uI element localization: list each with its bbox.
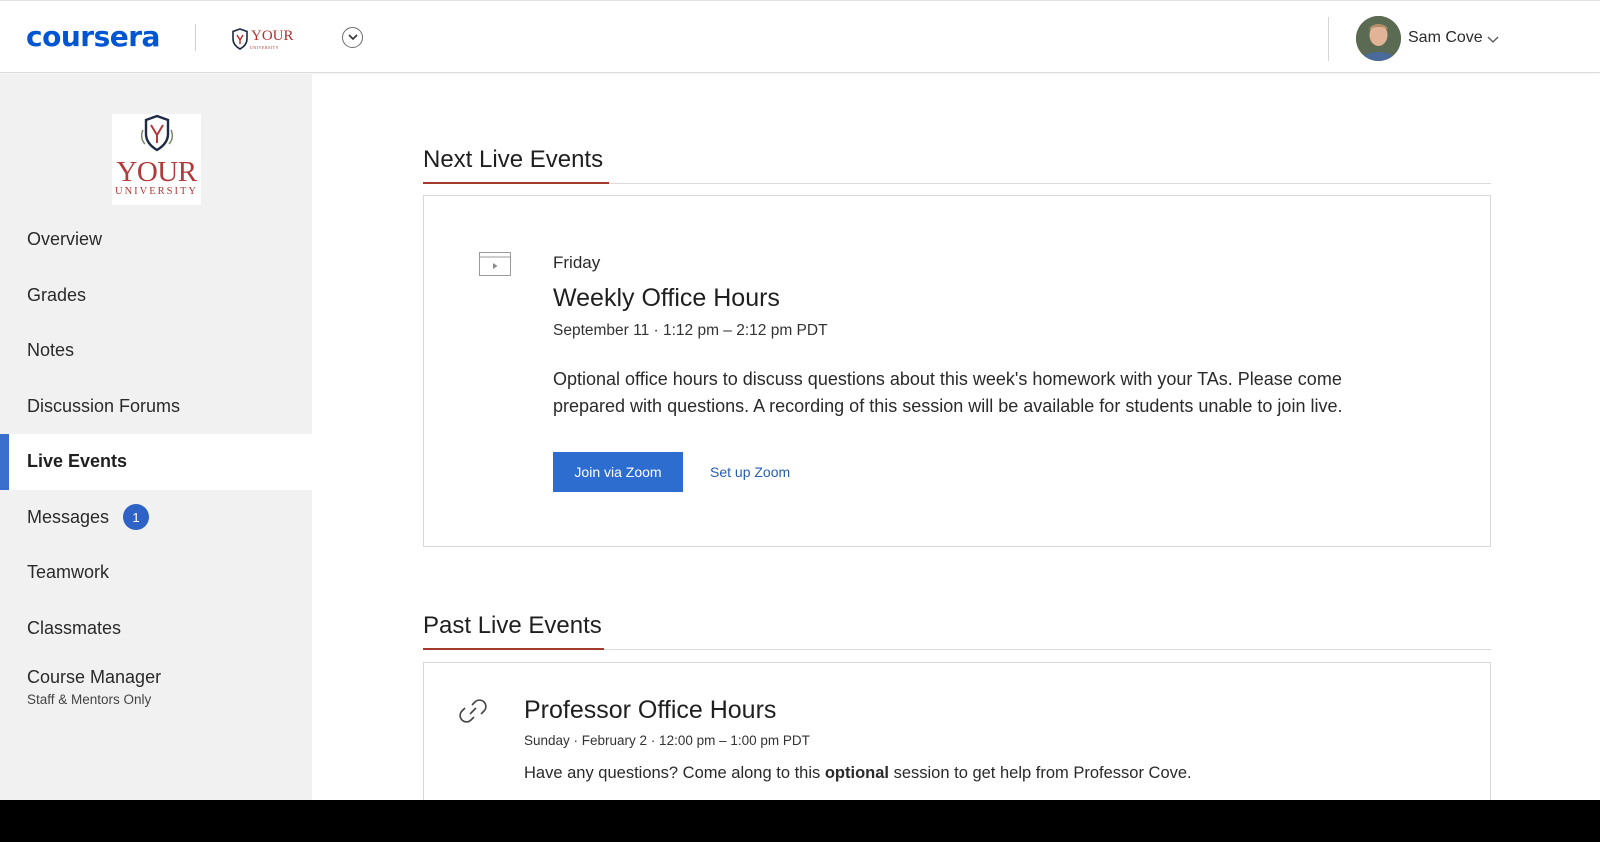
event-title: Professor Office Hours bbox=[524, 696, 777, 724]
join-via-zoom-button[interactable]: Join via Zoom bbox=[553, 452, 683, 492]
link-icon bbox=[459, 699, 487, 723]
sidebar-item-sublabel: Staff & Mentors Only bbox=[27, 692, 152, 707]
sidebar-item-grades[interactable]: Grades bbox=[0, 268, 312, 324]
next-event-card: Friday Weekly Office Hours September 11 … bbox=[423, 195, 1491, 547]
event-description-emphasis: optional bbox=[824, 764, 889, 782]
sidebar-item-label: Teamwork bbox=[27, 562, 110, 583]
university-switcher-button[interactable] bbox=[342, 27, 363, 48]
sidebar-item-teamwork[interactable]: Teamwork bbox=[0, 545, 312, 601]
event-description: Optional office hours to discuss questio… bbox=[553, 369, 1343, 416]
university-short-name: YOUR bbox=[251, 28, 294, 44]
university-crest-icon bbox=[140, 114, 173, 152]
video-icon bbox=[479, 252, 511, 276]
section-divider-accent bbox=[423, 182, 609, 184]
sidebar-item-label: Course Manager bbox=[27, 667, 162, 687]
university-short-sub: UNIVERSITY bbox=[250, 45, 279, 50]
sidebar-item-course-manager[interactable]: Course Manager Staff & Mentors Only bbox=[0, 656, 312, 718]
sidebar-item-label: Overview bbox=[27, 229, 103, 250]
sidebar-item-label: Grades bbox=[27, 284, 87, 305]
event-time: Sunday · February 2 · 12:00 pm – 1:00 pm… bbox=[524, 733, 810, 748]
event-description-text: Have any questions? Come along to this bbox=[524, 764, 825, 782]
event-day: Friday bbox=[553, 253, 601, 272]
sidebar-item-classmates[interactable]: Classmates bbox=[0, 601, 312, 657]
university-logo-word: YOUR bbox=[116, 156, 197, 188]
set-up-zoom-link[interactable]: Set up Zoom bbox=[710, 464, 790, 480]
university-logo-small[interactable]: YOUR UNIVERSITY bbox=[230, 27, 294, 50]
avatar[interactable] bbox=[1356, 16, 1401, 61]
event-title: Weekly Office Hours bbox=[553, 284, 780, 312]
header-divider bbox=[195, 24, 196, 51]
header-divider-right bbox=[1328, 17, 1329, 61]
section-title: Past Live Events bbox=[423, 612, 602, 639]
sidebar-item-discussion-forums[interactable]: Discussion Forums bbox=[0, 379, 312, 435]
main-content: Next Live Events Friday Weekly Office Ho… bbox=[423, 74, 1491, 807]
sidebar-item-label: Discussion Forums bbox=[27, 395, 181, 416]
next-events-header: Next Live Events bbox=[423, 144, 1491, 184]
sidebar-item-messages[interactable]: Messages 1 bbox=[0, 490, 312, 546]
section-divider-accent bbox=[423, 648, 604, 650]
sidebar-item-label: Messages bbox=[27, 506, 110, 527]
user-photo-icon bbox=[1356, 16, 1401, 61]
sidebar-item-live-events[interactable]: Live Events bbox=[0, 434, 312, 490]
past-event-card: Professor Office Hours Sunday · February… bbox=[423, 662, 1491, 807]
user-name[interactable]: Sam Cove bbox=[1408, 29, 1483, 47]
sidebar-item-notes[interactable]: Notes bbox=[0, 323, 312, 379]
coursera-logo[interactable]: coursera bbox=[26, 21, 160, 53]
top-navigation-bar: coursera YOUR UNIVERSITY Sam Cove bbox=[0, 0, 1600, 73]
course-navigation: Overview Grades Notes Discussion Forums … bbox=[0, 212, 312, 718]
past-events-header: Past Live Events bbox=[423, 610, 1491, 650]
university-logo: YOUR UNIVERSITY bbox=[112, 114, 201, 205]
university-logo-sub: UNIVERSITY bbox=[115, 186, 198, 197]
event-description-text: session to get help from Professor Cove. bbox=[889, 764, 1192, 782]
chevron-down-icon bbox=[347, 34, 358, 41]
crest-icon bbox=[232, 27, 248, 50]
sidebar: YOUR UNIVERSITY Overview Grades Notes Di… bbox=[0, 74, 312, 800]
sidebar-item-label: Notes bbox=[27, 340, 75, 361]
sidebar-item-label: Classmates bbox=[27, 617, 122, 638]
sidebar-item-label: Live Events bbox=[27, 451, 128, 472]
chevron-down-icon[interactable] bbox=[1486, 32, 1500, 46]
sidebar-item-overview[interactable]: Overview bbox=[0, 212, 312, 268]
section-title: Next Live Events bbox=[423, 146, 604, 173]
video-letterbox-bar bbox=[0, 800, 1600, 842]
unread-count-badge: 1 bbox=[123, 504, 150, 531]
event-description: Have any questions? Come along to this o… bbox=[524, 764, 1192, 783]
event-time: September 11 · 1:12 pm – 2:12 pm PDT bbox=[553, 322, 828, 339]
